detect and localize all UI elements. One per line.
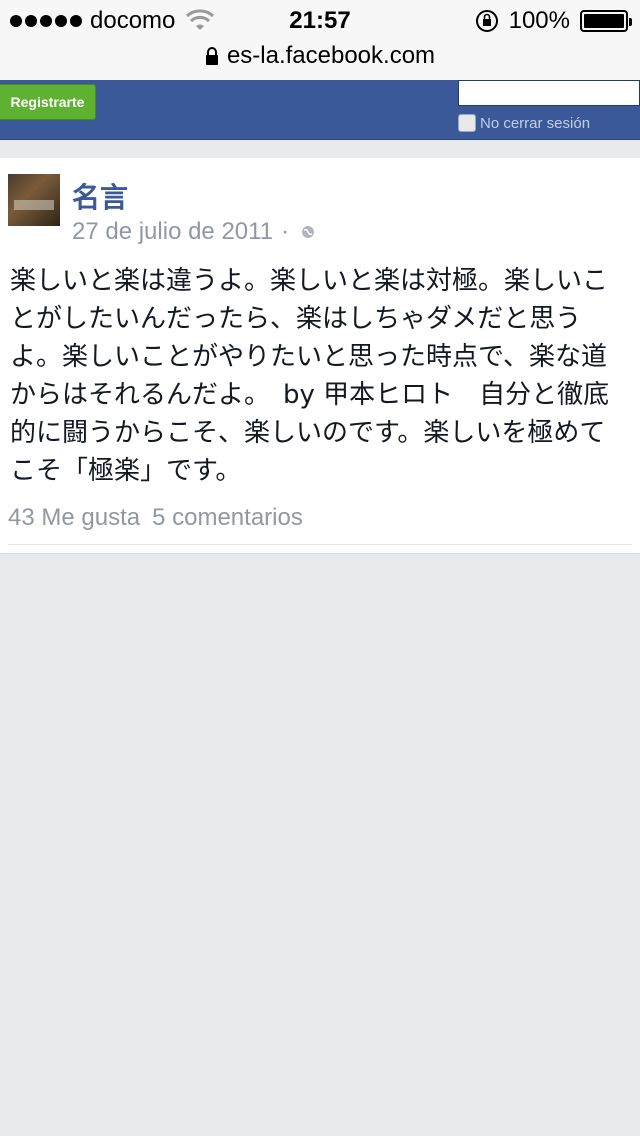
- post-text: 楽しいと楽は違うよ。楽しいと楽は対極。楽しいことがしたいんだったら、楽はしちゃダ…: [10, 266, 610, 486]
- url-bar[interactable]: es-la.facebook.com: [0, 40, 640, 72]
- login-email-input[interactable]: [458, 80, 640, 106]
- padlock-icon: [205, 47, 218, 65]
- likes-count[interactable]: 43 Me gusta: [8, 504, 140, 532]
- facebook-header: Registrarte No cerrar sesión: [0, 80, 640, 140]
- post-date[interactable]: 27 de julio de 2011: [72, 218, 273, 246]
- keep-logged-in-label: No cerrar sesión: [480, 114, 591, 132]
- post-divider: [8, 544, 632, 545]
- comments-count[interactable]: 5 comentarios: [152, 504, 303, 532]
- post-card: 名言 27 de julio de 2011 · 楽しいと楽は違うよ。楽しいと楽…: [0, 158, 640, 554]
- post-meta: 27 de julio de 2011 ·: [72, 218, 315, 246]
- register-button[interactable]: Registrarte: [0, 84, 96, 120]
- globe-icon: [302, 226, 315, 238]
- page-avatar[interactable]: [8, 174, 60, 226]
- keep-logged-in-checkbox[interactable]: [458, 114, 476, 132]
- meta-separator: ·: [281, 218, 290, 245]
- page-name-link[interactable]: 名言: [72, 176, 128, 216]
- post-stats: 43 Me gusta 5 comentarios: [8, 504, 303, 532]
- keep-logged-in[interactable]: No cerrar sesión: [458, 112, 590, 134]
- battery-icon: [580, 10, 632, 32]
- status-bar: docomo 21:57 100% es-la.facebook.com: [0, 0, 640, 80]
- url-text: es-la.facebook.com: [226, 42, 436, 69]
- status-right: 100%: [475, 6, 632, 36]
- rotation-lock-icon: [475, 10, 498, 32]
- battery-percent: 100%: [508, 7, 570, 34]
